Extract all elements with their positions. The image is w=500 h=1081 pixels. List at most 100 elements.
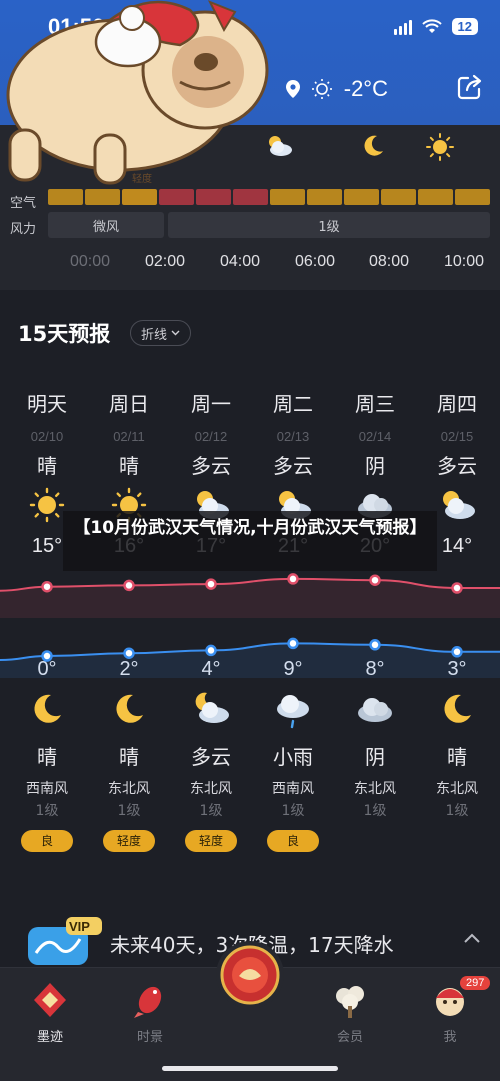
aqi-badge: 轻度	[103, 830, 155, 852]
share-icon[interactable]	[456, 73, 484, 101]
wind-segments: 微风 1级	[48, 212, 490, 238]
moon-icon	[444, 694, 471, 723]
overcast-icon	[358, 698, 392, 722]
night-icon-wrap	[252, 691, 334, 735]
day-condition: 晴	[119, 454, 139, 478]
wind-direction: 西南风	[272, 781, 314, 797]
low-temp-line-point	[451, 646, 463, 658]
aqi-badge: 良	[267, 830, 319, 852]
tab-label: 时景	[136, 1030, 163, 1045]
night-condition: 晴	[37, 745, 57, 769]
wind-level: 1级	[117, 803, 141, 819]
battery-indicator: 12	[451, 18, 478, 35]
time-label: 04:00	[220, 253, 261, 270]
day-name: 周三	[355, 392, 395, 416]
tab-label: 我	[443, 1030, 457, 1045]
time-label: 10:00	[444, 253, 485, 270]
member-tree-icon	[336, 986, 364, 1018]
moon-icon	[34, 694, 61, 723]
high-temp-line-point	[123, 579, 135, 592]
day-date: 02/13	[276, 429, 310, 444]
high-temp-line-point	[287, 573, 299, 585]
wind-direction: 东北风	[354, 781, 396, 797]
sun-icon	[29, 487, 65, 523]
tab-me[interactable]: 297 我	[410, 976, 491, 1045]
mascot-aq-partial-label: 轻度	[132, 172, 152, 185]
fifteen-day-forecast: 15天预报 折线 明天02/10晴15°0°晴西南风1级良周日02/11晴16°…	[0, 298, 500, 886]
fifteen-day-title: 15天预报	[18, 322, 111, 346]
vip-badge: VIP	[69, 919, 90, 934]
high-temp-line-point	[451, 582, 463, 594]
day-name: 周一	[191, 392, 231, 416]
low-temp-line-point	[205, 644, 217, 657]
air-quality-bar	[48, 189, 490, 205]
moji-logo-icon	[34, 983, 66, 1017]
chart-mode-toggle[interactable]: 折线	[130, 320, 192, 346]
current-temperature: -2°C	[343, 76, 388, 101]
notification-badge: 297	[460, 976, 491, 990]
day-condition: 多云	[437, 454, 477, 478]
low-temp-line-point	[123, 647, 135, 659]
hourly-time-axis: 00:00 02:00 04:00 06:00 08:00 10:00	[0, 253, 500, 275]
wind-level: 1级	[363, 803, 387, 819]
wind-direction: 东北风	[108, 781, 150, 797]
signal-icon	[393, 19, 412, 35]
day-name: 明天	[27, 392, 67, 416]
sunny-haze-icon	[311, 79, 332, 99]
day-name: 周四	[437, 392, 477, 416]
home-indicator	[162, 1066, 338, 1071]
location-weather[interactable]: -2°C	[285, 76, 388, 102]
night-icon-wrap	[334, 691, 416, 735]
air-quality-label: 空气	[10, 196, 37, 211]
wind-segment: 微风	[48, 212, 164, 238]
low-temp-line-point	[369, 639, 381, 651]
koi-fish-icon	[134, 986, 162, 1018]
moon-icon	[364, 135, 383, 156]
article-title-banner: 【10月份武汉天气情况,十月份武汉天气预报】	[63, 511, 437, 571]
low-temp-line-point	[287, 637, 299, 650]
high-temp-line-point	[205, 578, 217, 590]
high-temp-line-point	[41, 580, 53, 593]
aqi-badge: 良	[21, 830, 73, 852]
day-date: 02/14	[358, 429, 392, 444]
chevron-up-icon[interactable]	[464, 933, 480, 943]
night-icon-wrap	[170, 691, 252, 735]
day-condition: 晴	[37, 454, 57, 478]
day-date: 02/10	[30, 429, 64, 444]
wifi-icon	[421, 18, 442, 33]
wind-level: 1级	[445, 803, 469, 819]
partly-cloudy-icon	[443, 491, 475, 519]
night-icon-wrap	[6, 691, 88, 735]
day-condition: 多云	[191, 454, 231, 478]
sun-icon	[426, 133, 454, 161]
wind-direction: 东北风	[190, 781, 232, 797]
vip-chart-icon	[28, 917, 102, 965]
wind-level: 1级	[35, 803, 59, 819]
night-condition: 多云	[191, 745, 231, 769]
day-date: 02/15	[440, 429, 474, 444]
temperature-line-chart	[0, 573, 500, 678]
day-condition: 多云	[273, 454, 313, 478]
tab-shijing[interactable]: 时景	[110, 980, 190, 1045]
cloudy-night-icon	[195, 692, 229, 723]
day-date: 02/12	[194, 429, 228, 444]
wind-level: 1级	[281, 803, 305, 819]
day-date: 02/11	[113, 429, 145, 444]
center-weather-button[interactable]	[215, 940, 285, 1010]
tab-moji[interactable]: 墨迹	[10, 980, 90, 1045]
tab-label: 会员	[336, 1030, 363, 1045]
night-condition: 晴	[119, 745, 139, 769]
capybara-mascot-icon[interactable]: 轻度	[0, 0, 275, 190]
chart-mode-label: 折线	[141, 327, 168, 343]
wind-direction: 西南风	[26, 781, 68, 797]
light-rain-icon	[277, 695, 309, 729]
wind-direction: 东北风	[436, 781, 478, 797]
tab-label: 墨迹	[36, 1030, 63, 1045]
wind-label: 风力	[10, 222, 37, 237]
wind-level: 1级	[199, 803, 223, 819]
tab-member[interactable]: 会员	[310, 980, 390, 1045]
time-label: 02:00	[145, 253, 186, 270]
night-condition: 晴	[447, 745, 467, 769]
status-bar-right: 12	[393, 18, 478, 35]
location-pin-icon	[285, 80, 300, 98]
